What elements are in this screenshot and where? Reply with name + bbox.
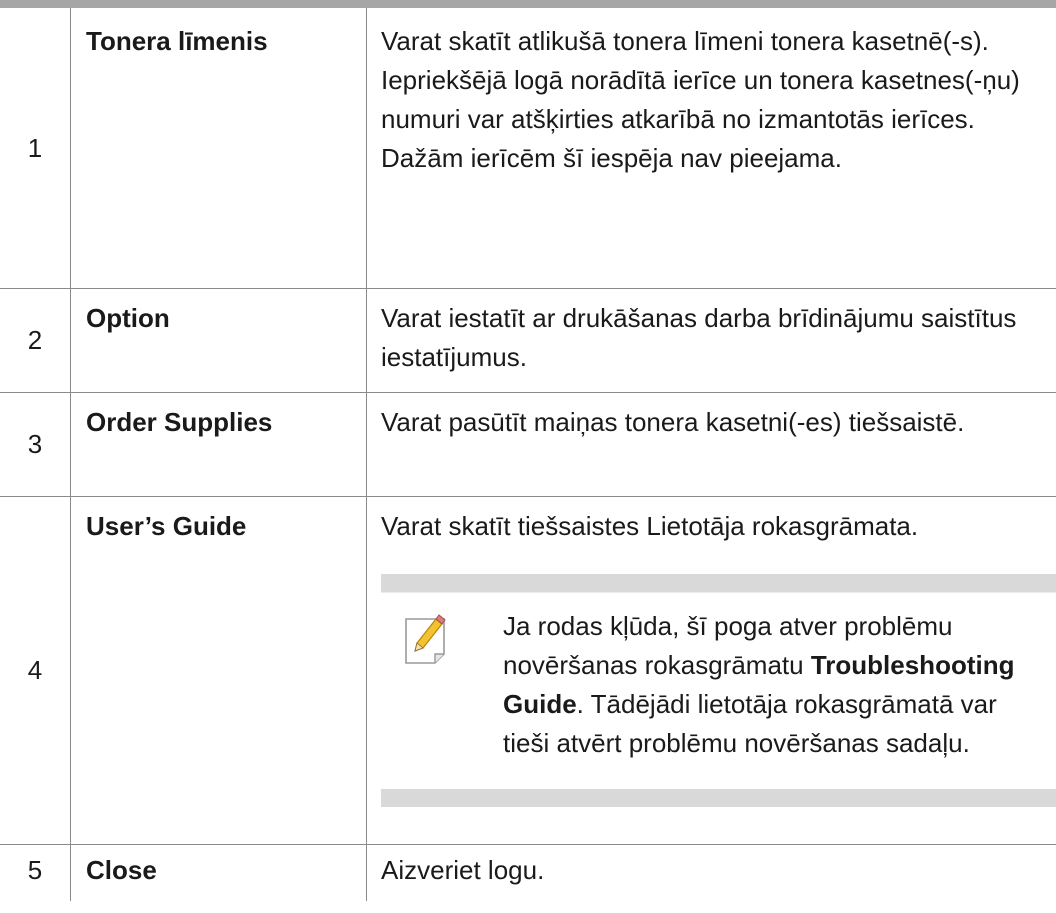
- note-text: Ja rodas kļūda, šī poga atver problēmu n…: [503, 607, 1036, 763]
- item-description: Varat skatīt atlikušā tonera līmeni tone…: [366, 0, 1056, 289]
- description-text: Aizveriet logu.: [381, 855, 545, 885]
- note-box: Ja rodas kļūda, šī poga atver problēmu n…: [381, 574, 1056, 807]
- table-row: 2 Option Varat iestatīt ar drukāšanas da…: [0, 288, 1056, 393]
- note-content: Ja rodas kļūda, šī poga atver problēmu n…: [381, 592, 1056, 789]
- note-text-end: . Tādējādi lietotāja rokasgrāmatā var ti…: [503, 689, 997, 758]
- options-table: 1 Tonera līmenis Varat skatīt atlikušā t…: [0, 0, 1056, 901]
- note-pencil-icon: [405, 614, 446, 664]
- description-text: Varat pasūtīt maiņas tonera kasetni(-es)…: [381, 407, 965, 437]
- item-name: User’s Guide: [70, 496, 367, 845]
- row-number: 2: [0, 288, 71, 393]
- row-number: 3: [0, 392, 71, 497]
- row-number: 5: [27, 855, 43, 885]
- item-name: Close: [70, 844, 367, 901]
- item-description: Varat skatīt tiešsaistes Lietotāja rokas…: [366, 496, 1056, 845]
- description-text: Varat skatīt tiešsaistes Lietotāja rokas…: [381, 511, 919, 541]
- item-name: Tonera līmenis: [70, 0, 367, 289]
- row-number: 1: [0, 0, 71, 289]
- item-description: Varat pasūtīt maiņas tonera kasetni(-es)…: [366, 392, 1056, 497]
- table-row: 4 User’s Guide Varat skatīt tiešsaistes …: [0, 496, 1056, 845]
- item-description: Varat iestatīt ar drukāšanas darba brīdi…: [366, 288, 1056, 393]
- description-text: Varat skatīt atlikušā tonera līmeni tone…: [381, 26, 1020, 173]
- item-name: Option: [70, 288, 367, 393]
- table-row: 5 Close Aizveriet logu.: [0, 844, 1056, 901]
- row-number: 4: [0, 496, 71, 845]
- table-row: 1 Tonera līmenis Varat skatīt atlikušā t…: [0, 0, 1056, 289]
- document-page: 1 Tonera līmenis Varat skatīt atlikušā t…: [0, 0, 1056, 913]
- description-text: Varat iestatīt ar drukāšanas darba brīdi…: [381, 303, 1017, 372]
- item-name: Order Supplies: [70, 392, 367, 497]
- item-description: Aizveriet logu.: [366, 844, 1056, 901]
- table-row: 3 Order Supplies Varat pasūtīt maiņas to…: [0, 392, 1056, 497]
